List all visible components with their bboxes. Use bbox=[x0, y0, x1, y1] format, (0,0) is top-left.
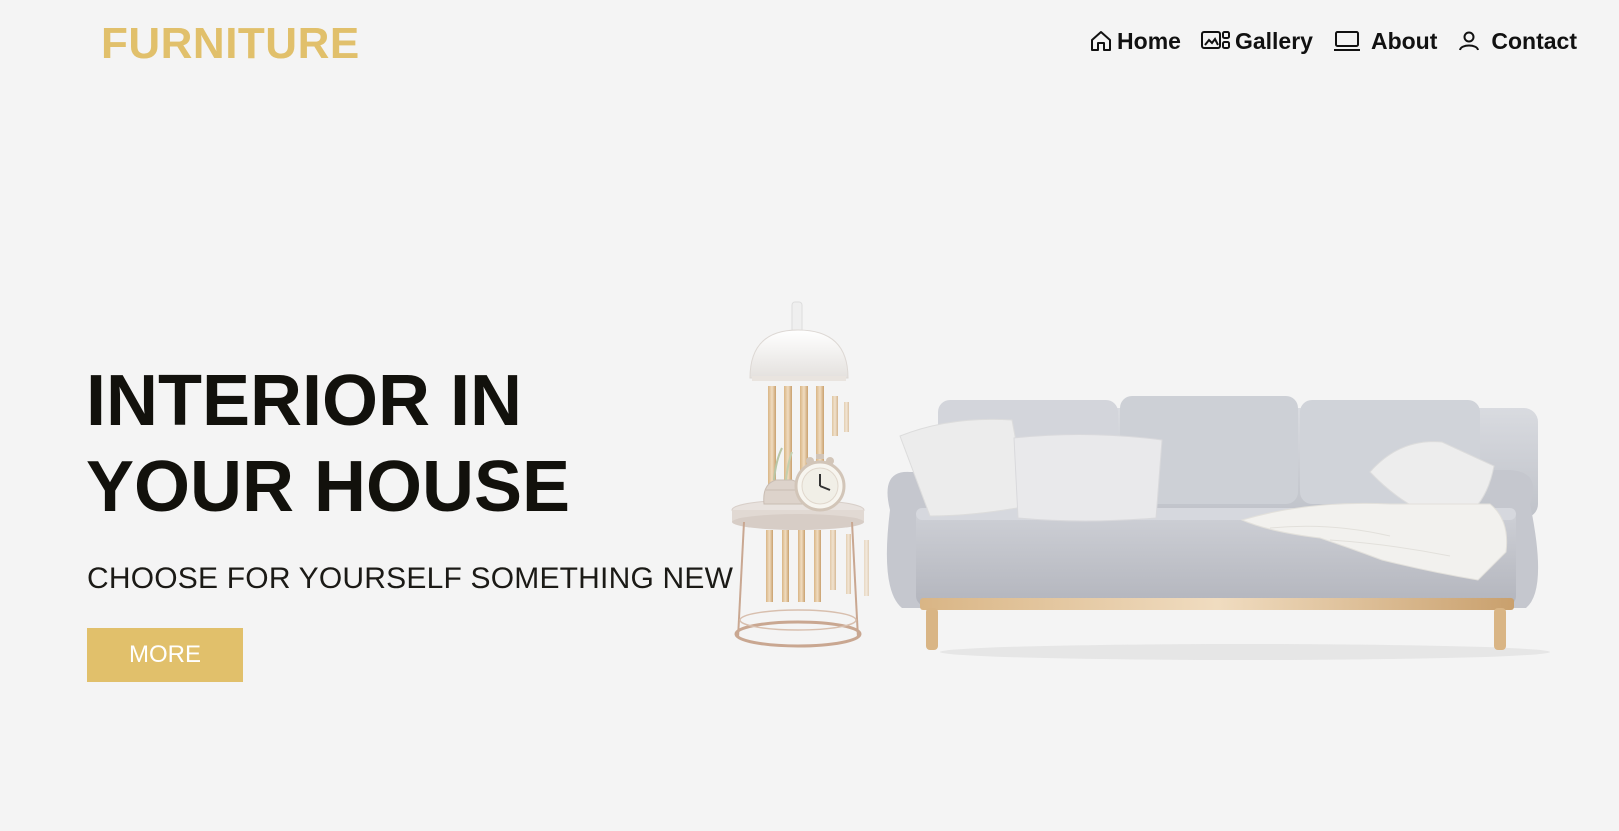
home-icon bbox=[1089, 29, 1113, 53]
site-logo[interactable]: FURNITURE bbox=[101, 22, 360, 66]
nav-home-label: Home bbox=[1117, 27, 1181, 54]
gallery-icon bbox=[1200, 30, 1231, 52]
user-icon bbox=[1457, 29, 1481, 53]
hero-title-line-2: YOUR HOUSE bbox=[86, 447, 571, 527]
nav-gallery[interactable]: Gallery bbox=[1200, 27, 1313, 54]
nav-gallery-label: Gallery bbox=[1234, 27, 1313, 54]
nav-contact-label: Contact bbox=[1491, 27, 1577, 54]
more-button[interactable]: MORE bbox=[87, 628, 243, 682]
hero-title-line-1: INTERIOR IN bbox=[86, 361, 523, 441]
laptop-icon bbox=[1333, 30, 1361, 52]
hero-image bbox=[730, 290, 1570, 680]
nav-contact[interactable]: Contact bbox=[1457, 29, 1577, 53]
main-nav: Home Gallery About Contact bbox=[1089, 29, 1577, 53]
site-header: FURNITURE Home Gallery About Contact bbox=[0, 0, 1619, 92]
nav-home[interactable]: Home bbox=[1089, 29, 1181, 53]
nav-about[interactable]: About bbox=[1333, 27, 1438, 54]
nav-about-label: About bbox=[1370, 27, 1438, 54]
hero-title: INTERIOR IN YOUR HOUSE bbox=[86, 358, 686, 530]
hero-subtitle: CHOOSE FOR YOURSELF SOMETHING NEW bbox=[87, 562, 734, 595]
